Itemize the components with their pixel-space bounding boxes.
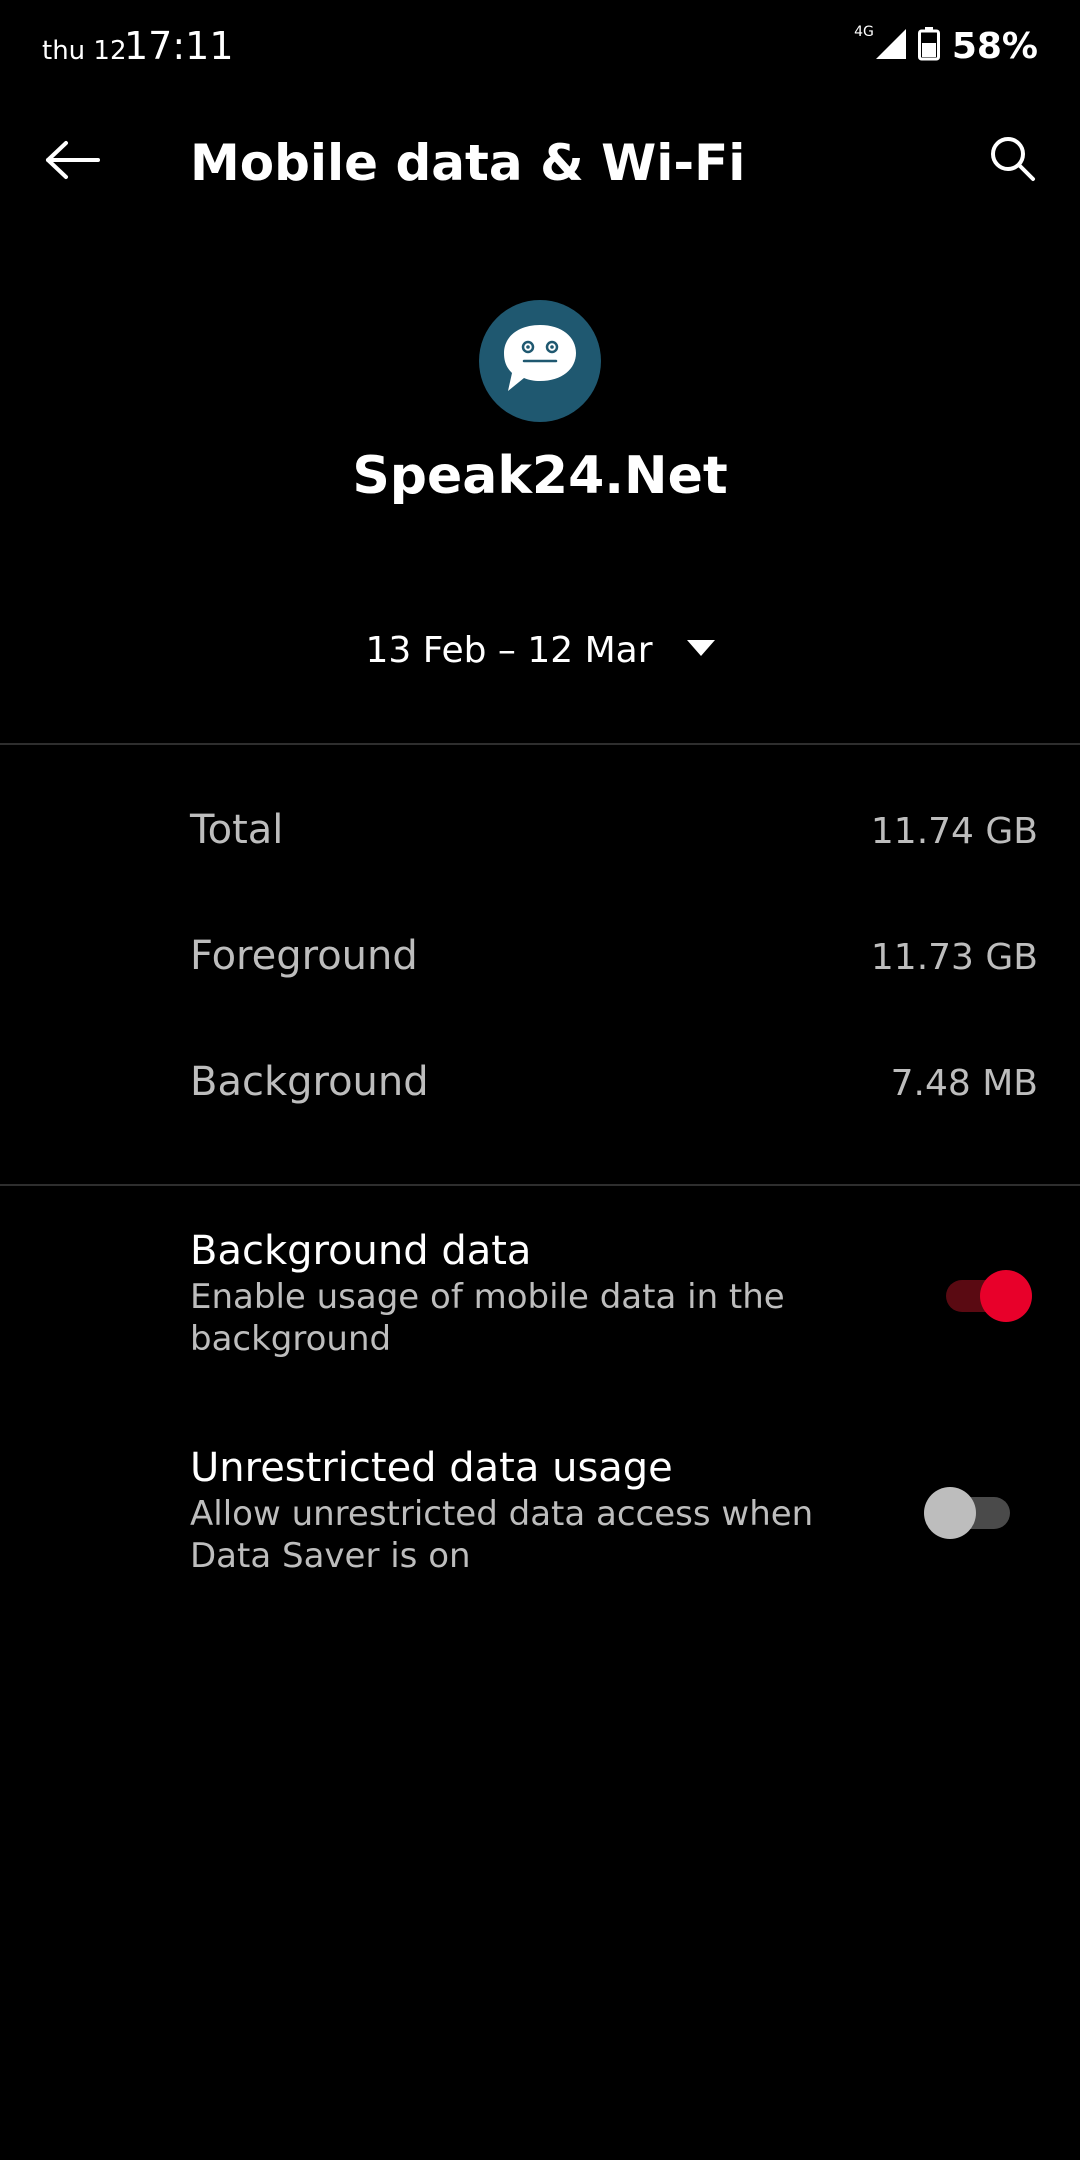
- status-time: 17:11: [124, 24, 234, 68]
- app-icon: [479, 300, 601, 422]
- back-button[interactable]: [36, 130, 108, 194]
- toggle-thumb: [980, 1270, 1032, 1322]
- unrestricted-data-title: Unrestricted data usage: [190, 1445, 673, 1491]
- unrestricted-data-subtitle: Allow unrestricted data access when Data…: [190, 1494, 814, 1576]
- background-data-toggle[interactable]: [940, 1262, 1032, 1322]
- dropdown-arrow-icon: [686, 640, 715, 660]
- status-indicators: 4G 58%: [854, 22, 1038, 70]
- signal-icon: [875, 29, 906, 63]
- background-data-subtitle: Enable usage of mobile data in the backg…: [190, 1277, 785, 1359]
- status-date: thu 12: [42, 36, 127, 66]
- usage-background-value: 7.48 MB: [890, 1063, 1038, 1104]
- usage-background-label: Background: [190, 1059, 429, 1105]
- divider: [0, 743, 1080, 745]
- battery-percentage: 58%: [951, 25, 1038, 67]
- usage-foreground-label: Foreground: [190, 933, 418, 979]
- toggle-thumb: [924, 1487, 976, 1539]
- background-data-title: Background data: [190, 1228, 532, 1274]
- search-icon: [988, 134, 1036, 186]
- chat-bubble-icon: [498, 319, 582, 403]
- date-range-selector[interactable]: 13 Feb – 12 Mar: [360, 620, 720, 680]
- unrestricted-data-toggle[interactable]: [924, 1479, 1016, 1539]
- date-range-label: 13 Feb – 12 Mar: [365, 629, 653, 671]
- usage-foreground-value: 11.73 GB: [870, 937, 1038, 978]
- app-name: Speak24.Net: [352, 446, 728, 506]
- divider: [0, 1184, 1080, 1186]
- page-title: Mobile data & Wi-Fi: [190, 134, 746, 192]
- usage-total-value: 11.74 GB: [870, 811, 1038, 852]
- battery-icon: [917, 27, 940, 65]
- usage-total-label: Total: [190, 807, 284, 853]
- search-button[interactable]: [980, 128, 1044, 192]
- back-arrow-icon: [44, 140, 100, 184]
- network-type: 4G: [854, 24, 874, 40]
